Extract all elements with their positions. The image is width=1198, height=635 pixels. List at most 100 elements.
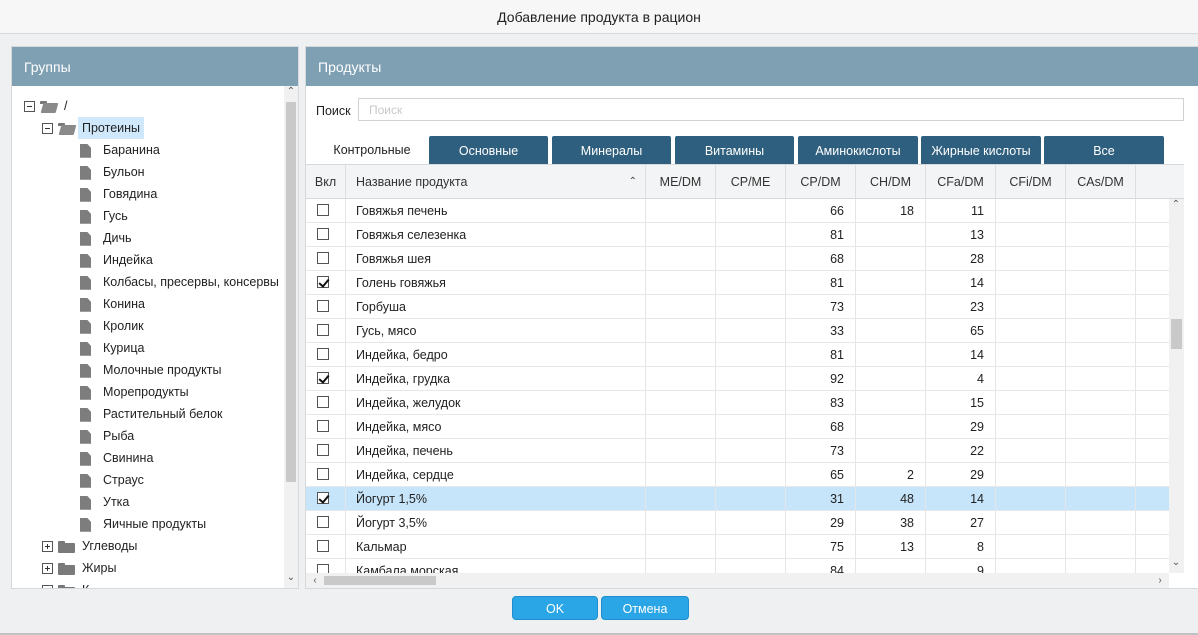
table-row[interactable]: Индейка, бедро 81 14: [306, 343, 1169, 367]
enabled-cell: [306, 223, 346, 246]
row-checkbox[interactable]: [317, 372, 329, 384]
groups-scrollbar-thumb[interactable]: [286, 102, 296, 482]
table-row[interactable]: Индейка, печень 73 22: [306, 439, 1169, 463]
value-cell: 2: [856, 463, 926, 486]
scroll-down-icon[interactable]: ⌄: [1169, 557, 1183, 568]
table-row[interactable]: Голень говяжья 81 14: [306, 271, 1169, 295]
ok-button[interactable]: OK: [512, 596, 598, 620]
value-cell: 14: [926, 487, 996, 510]
tree-item[interactable]: Протеины: [42, 117, 145, 139]
value-cell: [1066, 319, 1136, 342]
tree-item[interactable]: Бульон: [80, 161, 149, 183]
search-input[interactable]: [358, 98, 1184, 121]
column-header-cfi-dm[interactable]: CFi/DM: [996, 165, 1066, 199]
value-cell: [1066, 247, 1136, 270]
table-row[interactable]: Гусь, мясо 33 65: [306, 319, 1169, 343]
column-header-cas-dm[interactable]: CAs/DM: [1066, 165, 1136, 199]
tab-6[interactable]: Все: [1044, 136, 1164, 164]
row-checkbox[interactable]: [317, 564, 329, 573]
grid-vertical-scrollbar[interactable]: ⌃ ⌄: [1169, 199, 1184, 573]
row-checkbox[interactable]: [317, 420, 329, 432]
cancel-button[interactable]: Отмена: [601, 596, 689, 620]
table-row[interactable]: Индейка, мясо 68 29: [306, 415, 1169, 439]
column-header-cp-me[interactable]: CP/ME: [716, 165, 786, 199]
tree-item[interactable]: Курица: [80, 337, 148, 359]
tree-item[interactable]: Яичные продукты: [80, 513, 210, 535]
scroll-right-icon[interactable]: ›: [1153, 573, 1167, 588]
tree-item[interactable]: Рыба: [80, 425, 138, 447]
tree-item[interactable]: Утка: [80, 491, 133, 513]
tab-0[interactable]: Контрольные: [316, 136, 428, 164]
column-header-me-dm[interactable]: ME/DM: [646, 165, 716, 199]
row-checkbox[interactable]: [317, 324, 329, 336]
table-row[interactable]: Индейка, желудок 83 15: [306, 391, 1169, 415]
table-row[interactable]: Кальмар 75 13 8: [306, 535, 1169, 559]
table-row[interactable]: Индейка, сердце 65 2 29: [306, 463, 1169, 487]
tab-2[interactable]: Минералы: [552, 136, 671, 164]
row-checkbox[interactable]: [317, 540, 329, 552]
row-checkbox[interactable]: [317, 204, 329, 216]
row-checkbox[interactable]: [317, 396, 329, 408]
tree-item[interactable]: Страус: [80, 469, 148, 491]
tab-3[interactable]: Витамины: [675, 136, 794, 164]
tree-item[interactable]: Кролик: [80, 315, 148, 337]
column-header-enabled[interactable]: Вкл: [306, 165, 346, 199]
scroll-up-icon[interactable]: ⌃: [284, 86, 298, 97]
tab-5[interactable]: Жирные кислоты: [921, 136, 1041, 164]
row-checkbox[interactable]: [317, 228, 329, 240]
tree-item[interactable]: /: [24, 95, 71, 117]
file-icon: [80, 187, 91, 202]
tab-4[interactable]: Аминокислоты: [798, 136, 918, 164]
grid-vertical-scrollbar-thumb[interactable]: [1171, 319, 1182, 349]
row-checkbox[interactable]: [317, 300, 329, 312]
value-cell: [716, 559, 786, 573]
column-header-cfa-dm[interactable]: CFa/DM: [926, 165, 996, 199]
row-checkbox[interactable]: [317, 444, 329, 456]
table-row[interactable]: Йогурт 3,5% 29 38 27: [306, 511, 1169, 535]
table-row[interactable]: Говяжья шея 68 28: [306, 247, 1169, 271]
tree-item[interactable]: Растительный белок: [80, 403, 227, 425]
row-checkbox[interactable]: [317, 492, 329, 504]
table-row[interactable]: Йогурт 1,5% 31 48 14: [306, 487, 1169, 511]
tree-item[interactable]: Свинина: [80, 447, 157, 469]
table-row[interactable]: Камбала морская 84 9: [306, 559, 1169, 573]
groups-scrollbar[interactable]: ⌃ ⌄: [284, 86, 298, 588]
tree-item[interactable]: Дичь: [80, 227, 135, 249]
tree-item[interactable]: Жиры: [42, 557, 120, 579]
row-checkbox[interactable]: [317, 276, 329, 288]
tree-item[interactable]: Колбасы, пресервы, консервы: [80, 271, 283, 293]
expand-icon[interactable]: [42, 585, 53, 588]
tree-item[interactable]: К...: [42, 579, 104, 588]
row-checkbox[interactable]: [317, 516, 329, 528]
table-row[interactable]: Горбуша 73 23: [306, 295, 1169, 319]
tree-item[interactable]: Говядина: [80, 183, 161, 205]
tree-item[interactable]: Молочные продукты: [80, 359, 225, 381]
collapse-icon[interactable]: [42, 123, 53, 135]
table-row[interactable]: Говяжья печень 66 18 11: [306, 199, 1169, 223]
tree-item[interactable]: Углеводы: [42, 535, 141, 557]
expand-icon[interactable]: [42, 541, 53, 553]
scroll-left-icon[interactable]: ‹: [308, 573, 322, 588]
tab-1[interactable]: Основные: [429, 136, 548, 164]
tree-item[interactable]: Конина: [80, 293, 149, 315]
tree-item[interactable]: Баранина: [80, 139, 164, 161]
column-header-product-name[interactable]: Название продукта ⌃: [346, 165, 646, 199]
tree-item[interactable]: Гусь: [80, 205, 132, 227]
scroll-down-icon[interactable]: ⌄: [284, 572, 298, 583]
table-row[interactable]: Говяжья селезенка 81 13: [306, 223, 1169, 247]
row-checkbox[interactable]: [317, 348, 329, 360]
grid-horizontal-scrollbar[interactable]: ‹ ›: [306, 573, 1169, 588]
column-header-ch-dm[interactable]: CH/DM: [856, 165, 926, 199]
row-checkbox[interactable]: [317, 252, 329, 264]
grid-horizontal-scrollbar-thumb[interactable]: [324, 576, 436, 585]
value-cell: [856, 559, 926, 573]
table-row[interactable]: Индейка, грудка 92 4: [306, 367, 1169, 391]
tree-item[interactable]: Морепродукты: [80, 381, 193, 403]
scroll-up-icon[interactable]: ⌃: [1169, 199, 1183, 210]
collapse-icon[interactable]: [24, 101, 35, 113]
column-header-cp-dm[interactable]: CP/DM: [786, 165, 856, 199]
tree-item[interactable]: Индейка: [80, 249, 157, 271]
expand-icon[interactable]: [42, 563, 53, 575]
products-panel: Продукты Поиск КонтрольныеОсновныеМинера…: [305, 46, 1198, 589]
row-checkbox[interactable]: [317, 468, 329, 480]
